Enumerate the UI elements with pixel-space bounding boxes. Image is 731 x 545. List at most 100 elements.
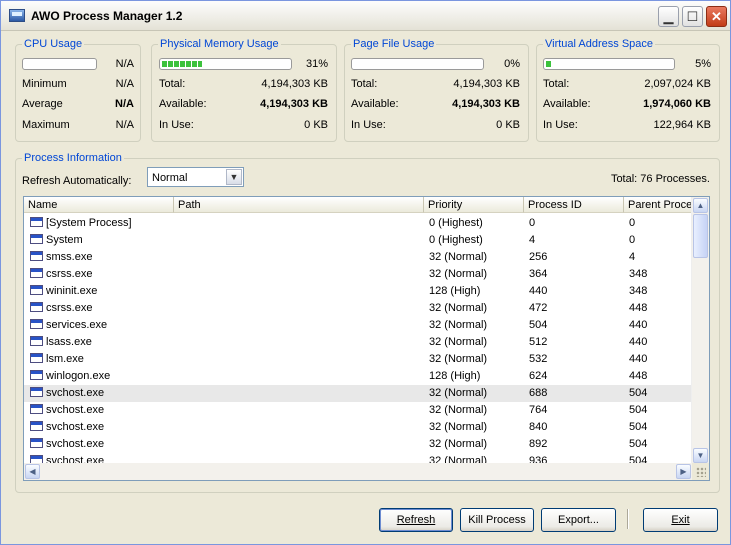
parent-process-id: 0 xyxy=(629,234,636,246)
process-name: svchost.exe xyxy=(46,404,105,416)
scroll-left-button[interactable]: ◀ xyxy=(25,464,40,479)
virtual-inuse-label: In Use: xyxy=(543,119,578,131)
process-id: 840 xyxy=(529,421,548,433)
title-bar[interactable]: AWO Process Manager 1.2 ▁ ☐ ✕ xyxy=(1,1,730,31)
virtual-available-label: Available: xyxy=(543,98,591,110)
table-row[interactable]: csrss.exe 32 (Normal) 364 348 xyxy=(24,266,693,283)
virtual-address-fill xyxy=(546,61,552,67)
process-id: 892 xyxy=(529,438,548,450)
parent-process-id: 504 xyxy=(629,438,648,450)
refresh-rate-value: Normal xyxy=(152,172,188,184)
cpu-maximum-label: Maximum xyxy=(22,119,70,131)
process-window-icon xyxy=(30,234,43,244)
scroll-right-button[interactable]: ▶ xyxy=(676,464,691,479)
process-priority: 32 (Normal) xyxy=(429,353,488,365)
table-row[interactable]: lsm.exe 32 (Normal) 532 440 xyxy=(24,351,693,368)
table-row[interactable]: winlogon.exe 128 (High) 624 448 xyxy=(24,368,693,385)
minimize-button[interactable]: ▁ xyxy=(658,6,679,27)
table-row[interactable]: smss.exe 32 (Normal) 256 4 xyxy=(24,249,693,266)
virtual-inuse-value: 122,964 KB xyxy=(653,119,712,131)
physical-memory-bar xyxy=(159,58,292,70)
process-name: svchost.exe xyxy=(46,387,105,399)
parent-process-id: 348 xyxy=(629,268,648,280)
horizontal-scrollbar[interactable]: ◀ ▶ xyxy=(24,463,692,480)
virtual-address-bar xyxy=(543,58,675,70)
cpu-usage-value: N/A xyxy=(115,58,134,70)
process-name: lsm.exe xyxy=(46,353,84,365)
table-row[interactable]: svchost.exe 32 (Normal) 892 504 xyxy=(24,436,693,453)
column-header-name[interactable]: Name xyxy=(24,197,174,213)
table-row[interactable]: csrss.exe 32 (Normal) 472 448 xyxy=(24,300,693,317)
process-name: svchost.exe xyxy=(46,438,105,450)
process-priority: 32 (Normal) xyxy=(429,319,488,331)
physical-memory-fill xyxy=(162,61,202,67)
process-priority: 32 (Normal) xyxy=(429,421,488,433)
table-row[interactable]: svchost.exe 32 (Normal) 840 504 xyxy=(24,419,693,436)
physical-total-value: 4,194,303 KB xyxy=(261,78,328,90)
parent-process-id: 440 xyxy=(629,336,648,348)
process-priority: 0 (Highest) xyxy=(429,217,483,229)
parent-process-id: 348 xyxy=(629,285,648,297)
virtual-total-label: Total: xyxy=(543,78,570,90)
process-id: 0 xyxy=(529,217,536,229)
exit-button[interactable]: Exit xyxy=(643,508,718,532)
refresh-button[interactable]: Refresh xyxy=(379,508,453,532)
table-row[interactable]: System 0 (Highest) 4 0 xyxy=(24,232,693,249)
process-priority: 32 (Normal) xyxy=(429,251,488,263)
physical-memory-percent: 31% xyxy=(305,58,328,70)
page-file-percent: 0% xyxy=(504,58,520,70)
button-separator xyxy=(627,509,629,529)
physical-inuse-label: In Use: xyxy=(159,119,194,131)
page-file-title: Page File Usage xyxy=(351,38,437,51)
close-button[interactable]: ✕ xyxy=(706,6,727,27)
process-name: System xyxy=(46,234,83,246)
table-row[interactable]: svchost.exe 32 (Normal) 764 504 xyxy=(24,402,693,419)
parent-process-id: 504 xyxy=(629,387,648,399)
scroll-up-button[interactable]: ▲ xyxy=(693,198,708,213)
table-row[interactable]: lsass.exe 32 (Normal) 512 440 xyxy=(24,334,693,351)
process-list[interactable]: Name Path Priority Process ID Parent Pro… xyxy=(23,196,710,481)
process-name: winlogon.exe xyxy=(46,370,111,382)
virtual-address-percent: 5% xyxy=(695,58,711,70)
kill-process-button[interactable]: Kill Process xyxy=(460,508,534,532)
chevron-down-icon[interactable]: ▼ xyxy=(226,169,242,185)
resize-grip-icon[interactable] xyxy=(696,467,706,477)
process-id: 4 xyxy=(529,234,536,246)
maximize-button[interactable]: ☐ xyxy=(682,6,703,27)
table-row[interactable]: svchost.exe 32 (Normal) 688 504 xyxy=(24,385,693,402)
virtual-address-group: Virtual Address Space 5% Total: 2,097,02… xyxy=(536,38,720,142)
physical-total-label: Total: xyxy=(159,78,186,90)
table-row[interactable]: [System Process] 0 (Highest) 0 0 xyxy=(24,215,693,232)
process-id: 364 xyxy=(529,268,548,280)
scroll-down-button[interactable]: ▼ xyxy=(693,448,708,463)
process-window-icon xyxy=(30,387,43,397)
process-window-icon xyxy=(30,421,43,431)
refresh-rate-select[interactable]: Normal ▼ xyxy=(147,167,244,187)
process-window-icon xyxy=(30,319,43,329)
vertical-scrollbar[interactable]: ▲ ▼ xyxy=(691,197,709,464)
physical-available-label: Available: xyxy=(159,98,207,110)
parent-process-id: 504 xyxy=(629,404,648,416)
process-priority: 32 (Normal) xyxy=(429,302,488,314)
table-row[interactable]: services.exe 32 (Normal) 504 440 xyxy=(24,317,693,334)
cpu-usage-title: CPU Usage xyxy=(22,38,85,51)
process-id: 472 xyxy=(529,302,548,314)
pagefile-inuse-value: 0 KB xyxy=(496,119,520,131)
cpu-minimum-value: N/A xyxy=(115,78,134,90)
physical-memory-title: Physical Memory Usage xyxy=(158,38,281,51)
process-window-icon xyxy=(30,217,43,227)
cpu-usage-bar xyxy=(22,58,97,70)
parent-process-id: 0 xyxy=(629,217,636,229)
process-window-icon xyxy=(30,251,43,261)
app-window: AWO Process Manager 1.2 ▁ ☐ ✕ CPU Usage … xyxy=(0,0,731,545)
column-header-process-id[interactable]: Process ID xyxy=(524,197,624,213)
export-button[interactable]: Export... xyxy=(541,508,616,532)
process-name: wininit.exe xyxy=(46,285,98,297)
cpu-usage-group: CPU Usage N/A Minimum N/A Average N/A Ma… xyxy=(15,38,141,142)
column-header-priority[interactable]: Priority xyxy=(424,197,524,213)
column-header-path[interactable]: Path xyxy=(174,197,424,213)
pagefile-available-label: Available: xyxy=(351,98,399,110)
table-row[interactable]: wininit.exe 128 (High) 440 348 xyxy=(24,283,693,300)
column-header-parent-process[interactable]: Parent Proces xyxy=(624,197,693,213)
scrollbar-thumb[interactable] xyxy=(693,214,708,258)
